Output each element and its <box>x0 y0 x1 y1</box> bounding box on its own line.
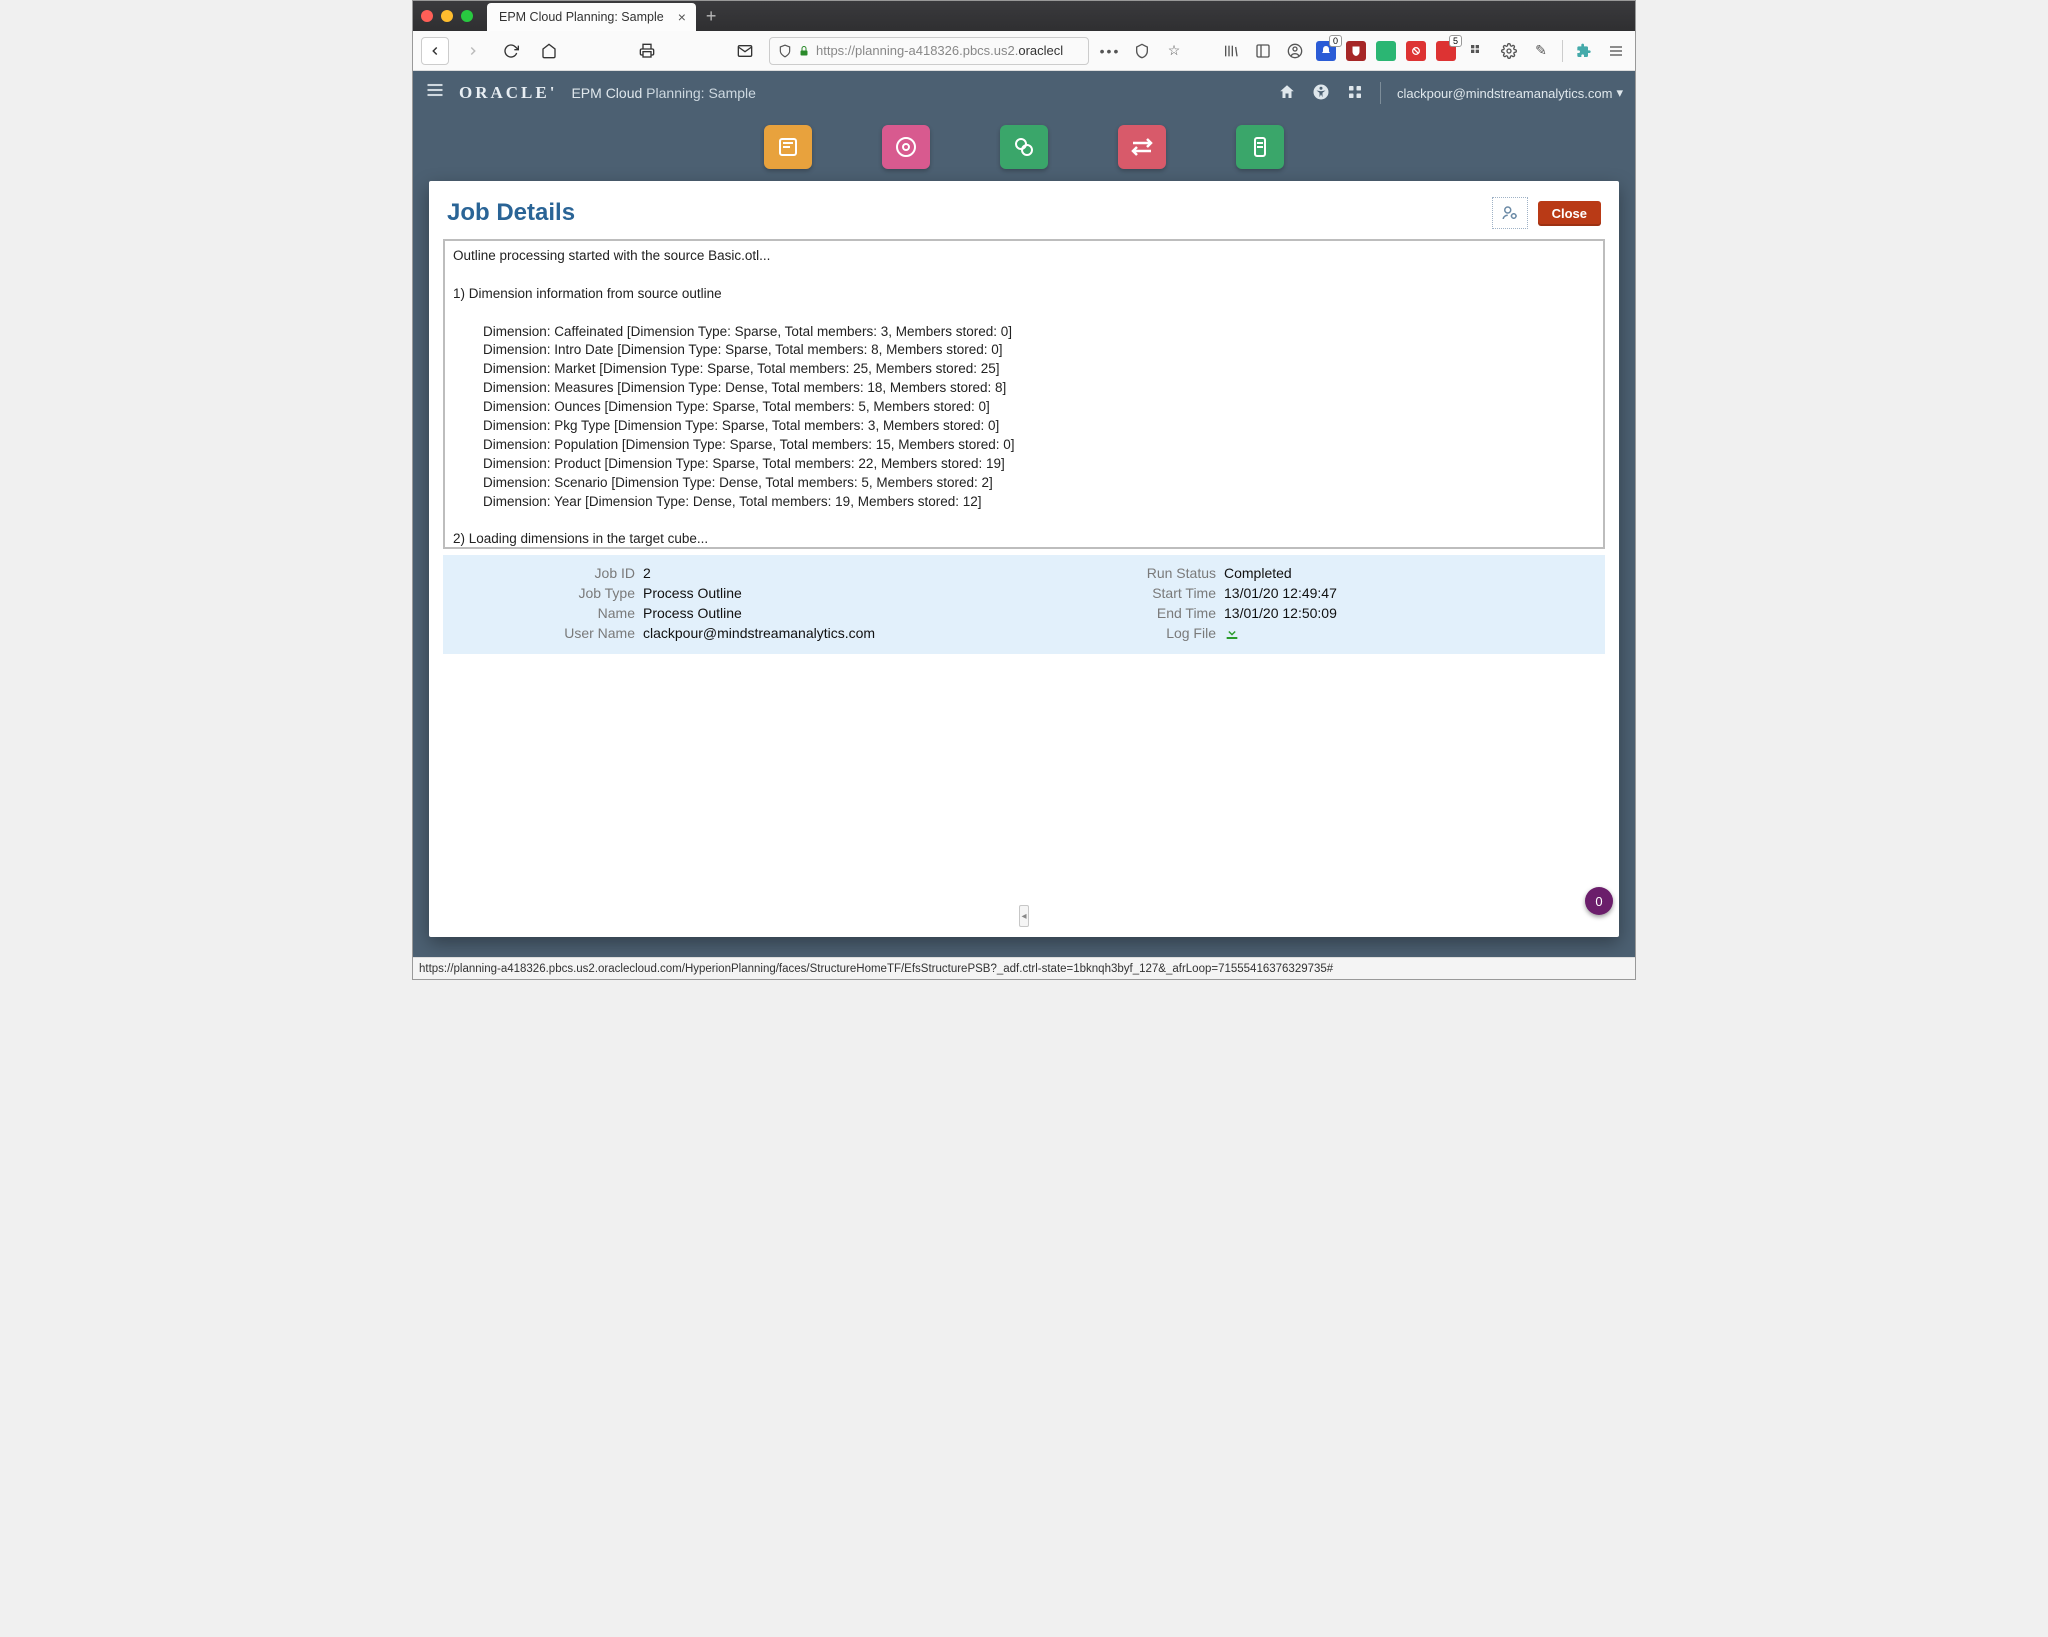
ext-settings-gear-icon[interactable] <box>1498 40 1520 62</box>
lock-icon <box>798 45 810 57</box>
sidebar-icon[interactable] <box>1252 40 1274 62</box>
job-details-modal: Job Details Close Outline processing sta… <box>429 181 1619 937</box>
name-value: Process Outline <box>643 605 742 621</box>
browser-toolbar: https://planning-a418326.pbcs.us2.oracle… <box>413 31 1635 71</box>
name-label: Name <box>443 605 643 621</box>
status-url: https://planning-a418326.pbcs.us2.oracle… <box>419 963 1333 975</box>
ext-notifier-icon[interactable]: 0 <box>1316 41 1336 61</box>
nav-tile-exchange[interactable] <box>1118 125 1166 169</box>
shield-icon <box>778 44 792 58</box>
job-log-textarea[interactable]: Outline processing started with the sour… <box>443 239 1605 549</box>
chevron-down-icon: ▾ <box>1616 85 1623 101</box>
job-id-value: 2 <box>643 565 651 581</box>
ext-green-icon[interactable] <box>1376 41 1396 61</box>
notifications-fab[interactable]: 0 <box>1585 887 1613 915</box>
bookmark-star-icon[interactable]: ☆ <box>1163 40 1185 62</box>
start-time-label: Start Time <box>1024 585 1224 601</box>
window-titlebar: EPM Cloud Planning: Sample × + <box>413 1 1635 31</box>
modal-title: Job Details <box>447 199 575 227</box>
page-actions-icon[interactable]: ••• <box>1099 40 1121 62</box>
end-time-label: End Time <box>1024 605 1224 621</box>
browser-tab[interactable]: EPM Cloud Planning: Sample × <box>487 3 696 31</box>
account-icon[interactable] <box>1284 40 1306 62</box>
ext-lastpass-icon[interactable]: 5 <box>1436 41 1456 61</box>
window-close-button[interactable] <box>421 10 433 22</box>
user-name-label: User Name <box>443 625 643 641</box>
window-controls <box>421 10 473 22</box>
accessibility-icon[interactable] <box>1312 83 1330 104</box>
nav-tiles <box>413 115 1635 189</box>
print-button[interactable] <box>633 37 661 65</box>
splitter-handle[interactable]: ◂ <box>1019 905 1029 927</box>
apps-grid-icon[interactable] <box>1346 83 1364 104</box>
run-status-value: Completed <box>1224 565 1292 581</box>
status-bar: https://planning-a418326.pbcs.us2.oracle… <box>413 957 1635 979</box>
download-icon <box>1224 625 1240 641</box>
window-maximize-button[interactable] <box>461 10 473 22</box>
app-header: ORACLE' EPM Cloud Planning: Sample clack… <box>413 71 1635 115</box>
start-time-value: 13/01/20 12:49:47 <box>1224 585 1337 601</box>
run-status-label: Run Status <box>1024 565 1224 581</box>
log-file-label: Log File <box>1024 625 1224 644</box>
tab-title: EPM Cloud Planning: Sample <box>499 10 664 24</box>
close-button[interactable]: Close <box>1538 201 1601 226</box>
job-type-value: Process Outline <box>643 585 742 601</box>
ext-ublock-icon[interactable] <box>1346 41 1366 61</box>
url-text: https://planning-a418326.pbcs.us2.oracle… <box>816 43 1063 58</box>
reload-button[interactable] <box>497 37 525 65</box>
mail-button[interactable] <box>731 37 759 65</box>
refresh-users-button[interactable] <box>1492 197 1528 229</box>
address-bar[interactable]: https://planning-a418326.pbcs.us2.oracle… <box>769 37 1089 65</box>
nav-tile-overview[interactable] <box>764 125 812 169</box>
nav-tile-jobs[interactable] <box>1236 125 1284 169</box>
end-time-value: 13/01/20 12:50:09 <box>1224 605 1337 621</box>
home-button[interactable] <box>535 37 563 65</box>
oracle-logo: ORACLE' <box>459 83 557 103</box>
app-menu-icon[interactable] <box>425 80 445 106</box>
back-button[interactable] <box>421 37 449 65</box>
new-tab-button[interactable]: + <box>706 6 717 27</box>
ext-menu-icon[interactable] <box>1605 40 1627 62</box>
window-minimize-button[interactable] <box>441 10 453 22</box>
reader-icon[interactable] <box>1131 40 1153 62</box>
user-name-value: clackpour@mindstreamanalytics.com <box>643 625 875 641</box>
app-title: EPM Cloud Planning: Sample <box>571 85 755 101</box>
job-type-label: Job Type <box>443 585 643 601</box>
job-id-label: Job ID <box>443 565 643 581</box>
user-menu[interactable]: clackpour@mindstreamanalytics.com ▾ <box>1397 85 1623 101</box>
ext-apps-icon[interactable] <box>1466 40 1488 62</box>
forward-button[interactable] <box>459 37 487 65</box>
tab-close-icon[interactable]: × <box>678 9 686 25</box>
job-info-panel: Job ID2 Job TypeProcess Outline NameProc… <box>443 555 1605 654</box>
library-icon[interactable] <box>1220 40 1242 62</box>
ext-puzzle-icon[interactable] <box>1573 40 1595 62</box>
log-file-link[interactable] <box>1224 625 1240 644</box>
nav-tile-valid[interactable] <box>1000 125 1048 169</box>
home-icon[interactable] <box>1278 83 1296 104</box>
ext-red-icon[interactable] <box>1406 41 1426 61</box>
nav-tile-settings[interactable] <box>882 125 930 169</box>
ext-sketch-icon[interactable]: ✎ <box>1530 40 1552 62</box>
